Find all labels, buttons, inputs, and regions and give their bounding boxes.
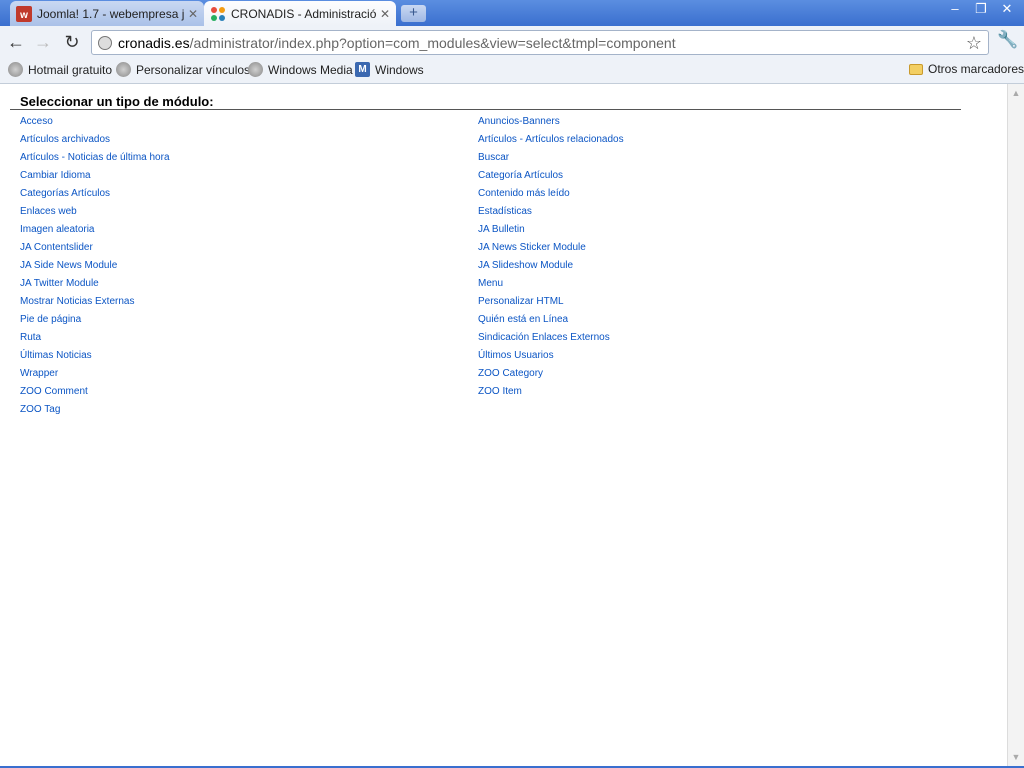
browser-toolbar: ← → ↻ cronadis.es/administrator/index.ph… xyxy=(0,26,1024,58)
module-type-link[interactable]: ZOO Item xyxy=(478,386,624,404)
module-type-link[interactable]: Estadísticas xyxy=(478,206,624,224)
module-type-link[interactable]: Imagen aleatoria xyxy=(20,224,170,242)
back-arrow-icon[interactable]: ← xyxy=(5,31,27,53)
module-type-link[interactable]: JA Twitter Module xyxy=(20,278,170,296)
other-bookmarks[interactable]: Otros marcadores xyxy=(909,62,1024,76)
bookmark-windows-media[interactable]: Windows Media xyxy=(248,62,353,77)
tab-title: CRONADIS - Administración xyxy=(231,6,376,21)
module-type-link[interactable]: Acceso xyxy=(20,116,170,134)
title-bar: w Joomla! 1.7 - webempresa joo ✕ CRONADI… xyxy=(0,0,1024,26)
msn-icon: M xyxy=(355,62,370,77)
module-type-link[interactable]: Quién está en Línea xyxy=(478,314,624,332)
new-tab-button[interactable]: + xyxy=(401,5,426,22)
close-icon[interactable]: ✕ xyxy=(994,0,1020,18)
globe-icon xyxy=(116,62,131,77)
scroll-down-icon[interactable]: ▼ xyxy=(1011,752,1021,762)
module-type-link[interactable]: Pie de página xyxy=(20,314,170,332)
module-type-link[interactable]: Últimos Usuarios xyxy=(478,350,624,368)
svg-text:w: w xyxy=(19,10,28,21)
bookmark-windows[interactable]: M Windows xyxy=(355,62,424,77)
tab-joomla-webempresa[interactable]: w Joomla! 1.7 - webempresa joo ✕ xyxy=(10,1,204,26)
module-type-link[interactable]: Personalizar HTML xyxy=(478,296,624,314)
module-type-link[interactable]: Enlaces web xyxy=(20,206,170,224)
page-title: Seleccionar un tipo de módulo: xyxy=(20,94,214,109)
address-bar[interactable]: cronadis.es/administrator/index.php?opti… xyxy=(91,30,989,55)
globe-icon xyxy=(98,35,112,50)
module-type-link[interactable]: ZOO Comment xyxy=(20,386,170,404)
reload-icon[interactable]: ↻ xyxy=(61,31,83,53)
module-type-link[interactable]: Artículos - Noticias de última hora xyxy=(20,152,170,170)
module-type-link[interactable]: Buscar xyxy=(478,152,624,170)
joomla-w-icon: w xyxy=(16,5,32,22)
module-type-link[interactable]: Ruta xyxy=(20,332,170,350)
wrench-icon[interactable]: 🔧 xyxy=(997,30,1018,50)
module-type-link[interactable]: JA Side News Module xyxy=(20,260,170,278)
bookmark-hotmail[interactable]: Hotmail gratuito xyxy=(8,62,112,77)
tab-close-icon[interactable]: ✕ xyxy=(380,7,390,21)
page-content: Seleccionar un tipo de módulo: Acceso Art… xyxy=(0,84,1007,766)
module-type-link[interactable]: Artículos archivados xyxy=(20,134,170,152)
vertical-scrollbar[interactable]: ▲ ▼ xyxy=(1007,84,1024,766)
scroll-up-icon[interactable]: ▲ xyxy=(1011,88,1021,98)
module-type-link[interactable]: JA Slideshow Module xyxy=(478,260,624,278)
module-type-link[interactable]: Categoría Artículos xyxy=(478,170,624,188)
module-type-link[interactable]: Categorías Artículos xyxy=(20,188,170,206)
module-type-link[interactable]: JA News Sticker Module xyxy=(478,242,624,260)
module-type-link[interactable]: Contenido más leído xyxy=(478,188,624,206)
url-text: cronadis.es/administrator/index.php?opti… xyxy=(118,34,676,51)
module-type-link[interactable]: ZOO Tag xyxy=(20,404,170,422)
window-controls: – ❐ ✕ xyxy=(942,0,1020,18)
module-type-link[interactable]: ZOO Category xyxy=(478,368,624,386)
tab-close-icon[interactable]: ✕ xyxy=(188,7,198,21)
module-type-link[interactable]: Anuncios-Banners xyxy=(478,116,624,134)
minimize-icon[interactable]: – xyxy=(942,0,968,18)
module-type-link[interactable]: Artículos - Artículos relacionados xyxy=(478,134,624,152)
module-type-link[interactable]: Sindicación Enlaces Externos xyxy=(478,332,624,350)
module-type-link[interactable]: JA Contentslider xyxy=(20,242,170,260)
module-type-link[interactable]: Cambiar Idioma xyxy=(20,170,170,188)
module-type-link[interactable]: Mostrar Noticias Externas xyxy=(20,296,170,314)
folder-icon xyxy=(909,63,923,75)
globe-icon xyxy=(8,62,23,77)
module-type-link[interactable]: JA Bulletin xyxy=(478,224,624,242)
joomla-icon xyxy=(210,6,226,22)
module-type-link[interactable]: Menu xyxy=(478,278,624,296)
bookmarks-bar: Hotmail gratuito Personalizar vínculos W… xyxy=(0,58,1024,84)
module-type-link[interactable]: Últimas Noticias xyxy=(20,350,170,368)
tab-title: Joomla! 1.7 - webempresa joo xyxy=(37,6,184,21)
bookmark-star-icon[interactable]: ☆ xyxy=(966,33,982,54)
restore-icon[interactable]: ❐ xyxy=(968,0,994,18)
tab-cronadis-admin[interactable]: CRONADIS - Administración ✕ xyxy=(204,1,396,26)
divider xyxy=(10,109,961,110)
module-list-right: Anuncios-Banners Artículos - Artículos re… xyxy=(478,116,624,404)
bookmark-personalizar[interactable]: Personalizar vínculos xyxy=(116,62,250,77)
globe-icon xyxy=(248,62,263,77)
module-list-left: Acceso Artículos archivados Artículos - No… xyxy=(20,116,170,422)
module-type-link[interactable]: Wrapper xyxy=(20,368,170,386)
forward-arrow-icon[interactable]: → xyxy=(32,31,54,53)
